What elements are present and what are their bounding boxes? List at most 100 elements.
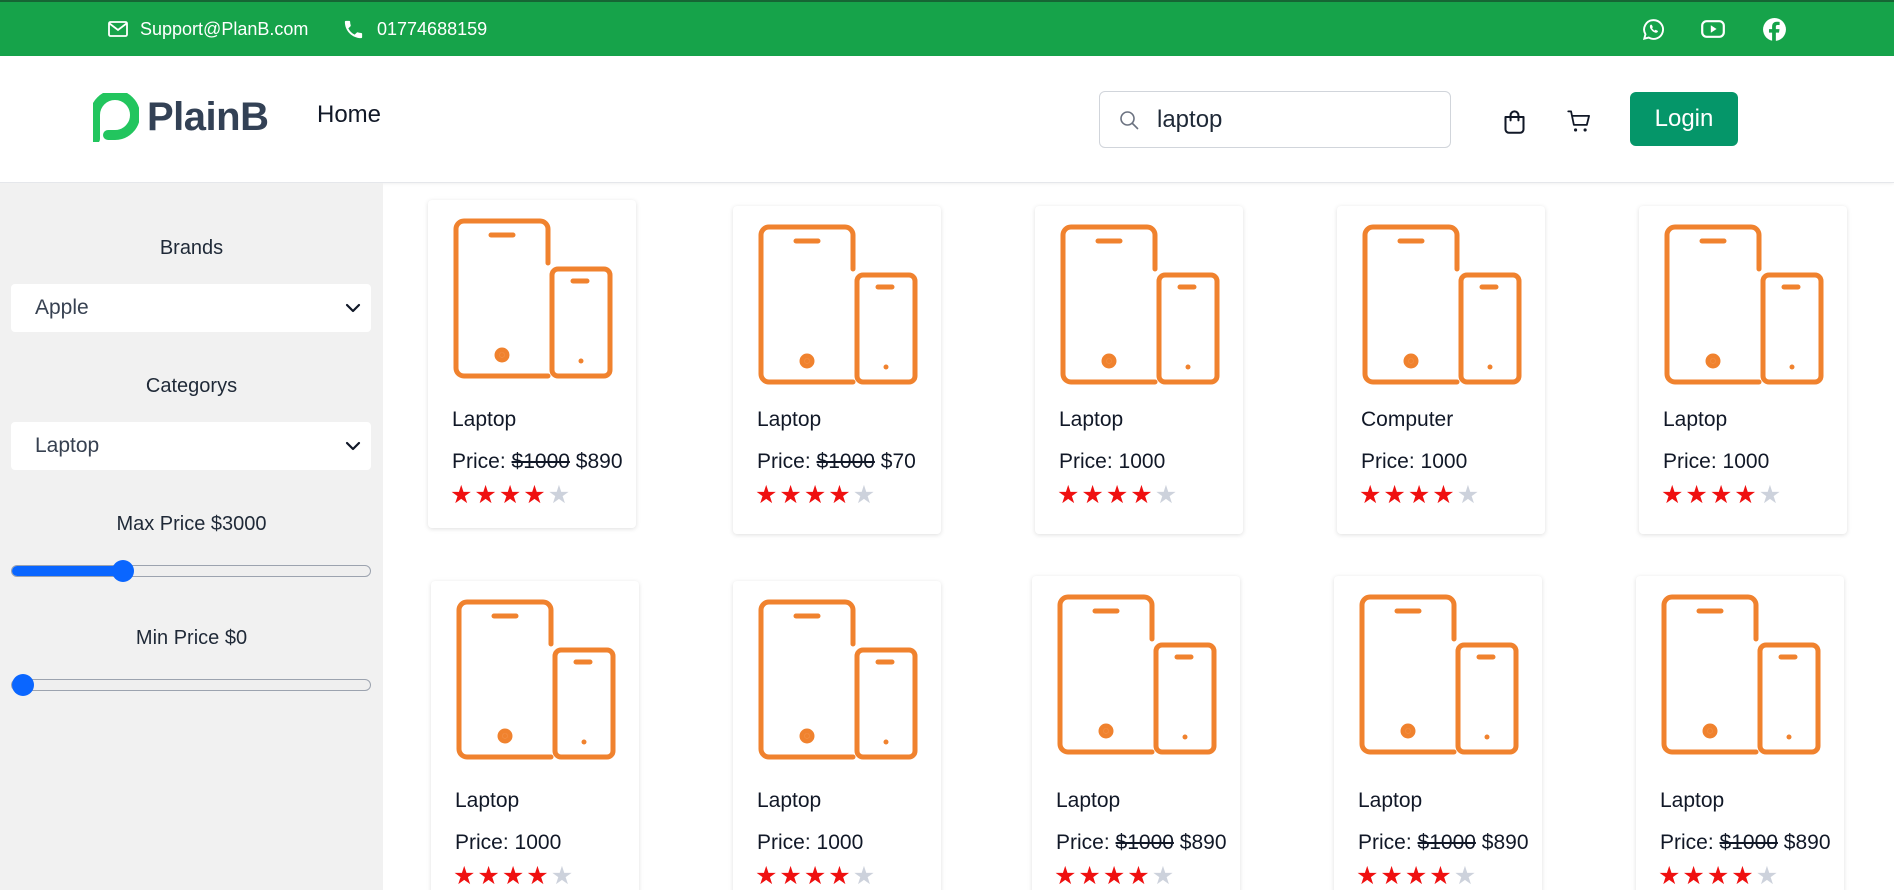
star-filled-icon: ★	[779, 481, 804, 509]
product-rating: ★★★★★	[1054, 864, 1176, 889]
star-filled-icon: ★	[1127, 862, 1152, 890]
product-price: Price: 1000	[757, 831, 864, 854]
star-empty-icon: ★	[1758, 481, 1784, 509]
product-card[interactable]: Laptop Price: $1000 $890 ★★★★★	[1032, 576, 1240, 890]
brands-label: Brands	[159, 237, 224, 259]
product-name: Laptop	[1059, 408, 1124, 431]
star-filled-icon: ★	[1105, 481, 1131, 509]
star-filled-icon: ★	[1054, 862, 1079, 890]
support-phone-text: 01774688159	[377, 18, 488, 39]
star-filled-icon: ★	[1404, 862, 1430, 890]
product-name: Laptop	[757, 408, 822, 431]
logo[interactable]: PlainB	[93, 93, 269, 142]
youtube-link[interactable]	[1701, 2, 1725, 56]
max-price-slider-thumb[interactable]	[111, 560, 134, 582]
product-rating: ★★★★★	[453, 864, 575, 889]
filter-sidebar: Brands Apple Categorys Laptop Max Price …	[0, 183, 383, 890]
product-rating: ★★★★★	[1057, 483, 1179, 508]
categorys-label: Categorys	[145, 375, 238, 397]
phone-icon	[344, 20, 363, 38]
facebook-link[interactable]	[1762, 2, 1787, 56]
star-filled-icon: ★	[803, 481, 829, 509]
device-icon	[758, 224, 918, 385]
star-filled-icon: ★	[1407, 481, 1433, 509]
product-card[interactable]: Laptop Price: $1000 $70 ★★★★★	[733, 206, 941, 534]
star-filled-icon: ★	[1380, 862, 1405, 890]
star-filled-icon: ★	[828, 481, 853, 509]
whatsapp-link[interactable]	[1642, 2, 1665, 56]
star-filled-icon: ★	[1102, 862, 1128, 890]
star-filled-icon: ★	[779, 862, 804, 890]
star-filled-icon: ★	[501, 862, 527, 890]
nav-home-link[interactable]: Home	[317, 101, 381, 129]
search-bar[interactable]	[1099, 91, 1451, 148]
brand-select[interactable]: Apple	[11, 284, 371, 332]
youtube-icon	[1701, 20, 1725, 38]
support-email[interactable]: Support@PlanB.com	[108, 2, 308, 56]
device-icon	[1060, 224, 1220, 385]
star-filled-icon: ★	[1682, 862, 1707, 890]
star-empty-icon: ★	[1453, 862, 1479, 890]
support-email-text: Support@PlanB.com	[140, 18, 309, 39]
star-filled-icon: ★	[755, 862, 780, 890]
brand-select-value: Apple	[35, 296, 89, 319]
product-price: Price: $1000 $890	[452, 450, 623, 473]
product-rating: ★★★★★	[1359, 483, 1481, 508]
category-select[interactable]: Laptop	[11, 422, 371, 470]
star-filled-icon: ★	[1658, 862, 1683, 890]
product-card[interactable]: Laptop Price: 1000 ★★★★★	[431, 581, 639, 890]
star-filled-icon: ★	[1731, 862, 1756, 890]
star-filled-icon: ★	[1081, 481, 1106, 509]
min-price-slider-thumb[interactable]	[12, 674, 34, 696]
product-price: Price: 1000	[455, 831, 562, 854]
min-price-slider[interactable]	[11, 674, 371, 696]
logo-text: PlainB	[147, 95, 269, 139]
star-filled-icon: ★	[1057, 481, 1082, 509]
search-input[interactable]	[1157, 105, 1417, 134]
product-card[interactable]: Laptop Price: 1000 ★★★★★	[1639, 206, 1847, 534]
cart-button[interactable]	[1566, 108, 1593, 140]
product-name: Laptop	[1663, 408, 1728, 431]
star-filled-icon: ★	[1709, 481, 1735, 509]
facebook-icon	[1763, 17, 1786, 42]
star-empty-icon: ★	[547, 481, 573, 509]
mail-icon	[108, 21, 128, 37]
product-card[interactable]: Laptop Price: $1000 $890 ★★★★★	[1636, 576, 1844, 890]
star-filled-icon: ★	[523, 481, 548, 509]
search-icon	[1120, 110, 1139, 129]
product-card[interactable]: Laptop Price: 1000 ★★★★★	[733, 581, 941, 890]
chevron-down-icon	[345, 303, 361, 313]
product-card[interactable]: Laptop Price: $1000 $890 ★★★★★	[1334, 576, 1542, 890]
star-filled-icon: ★	[1661, 481, 1686, 509]
product-rating: ★★★★★	[450, 483, 572, 508]
star-empty-icon: ★	[1154, 481, 1180, 509]
product-card[interactable]: Laptop Price: $1000 $890 ★★★★★	[428, 200, 636, 528]
device-icon	[1057, 594, 1217, 755]
star-filled-icon: ★	[453, 862, 478, 890]
star-filled-icon: ★	[803, 862, 829, 890]
star-filled-icon: ★	[1706, 862, 1732, 890]
chevron-down-icon	[345, 441, 361, 451]
product-price: Price: 1000	[1361, 450, 1468, 473]
max-price-label: Max Price $3000	[116, 513, 267, 535]
max-price-slider[interactable]	[11, 560, 371, 582]
product-card[interactable]: Laptop Price: 1000 ★★★★★	[1035, 206, 1243, 534]
login-button[interactable]: Login	[1630, 92, 1738, 146]
shopping-bag-button[interactable]	[1501, 108, 1528, 140]
product-price: Price: $1000 $890	[1358, 831, 1529, 854]
device-icon	[758, 599, 918, 760]
support-phone[interactable]: 01774688159	[342, 2, 487, 56]
product-name: Laptop	[1358, 789, 1423, 812]
category-select-value: Laptop	[35, 434, 100, 457]
star-filled-icon: ★	[1734, 481, 1759, 509]
star-filled-icon: ★	[1429, 862, 1454, 890]
star-empty-icon: ★	[852, 481, 878, 509]
product-name: Laptop	[452, 408, 517, 431]
star-filled-icon: ★	[828, 862, 853, 890]
main-header: PlainB Home Login	[0, 56, 1894, 183]
star-filled-icon: ★	[526, 862, 551, 890]
device-icon	[456, 599, 616, 760]
product-price: Price: 1000	[1059, 450, 1166, 473]
product-card[interactable]: Computer Price: 1000 ★★★★★	[1337, 206, 1545, 534]
product-rating: ★★★★★	[755, 864, 877, 889]
